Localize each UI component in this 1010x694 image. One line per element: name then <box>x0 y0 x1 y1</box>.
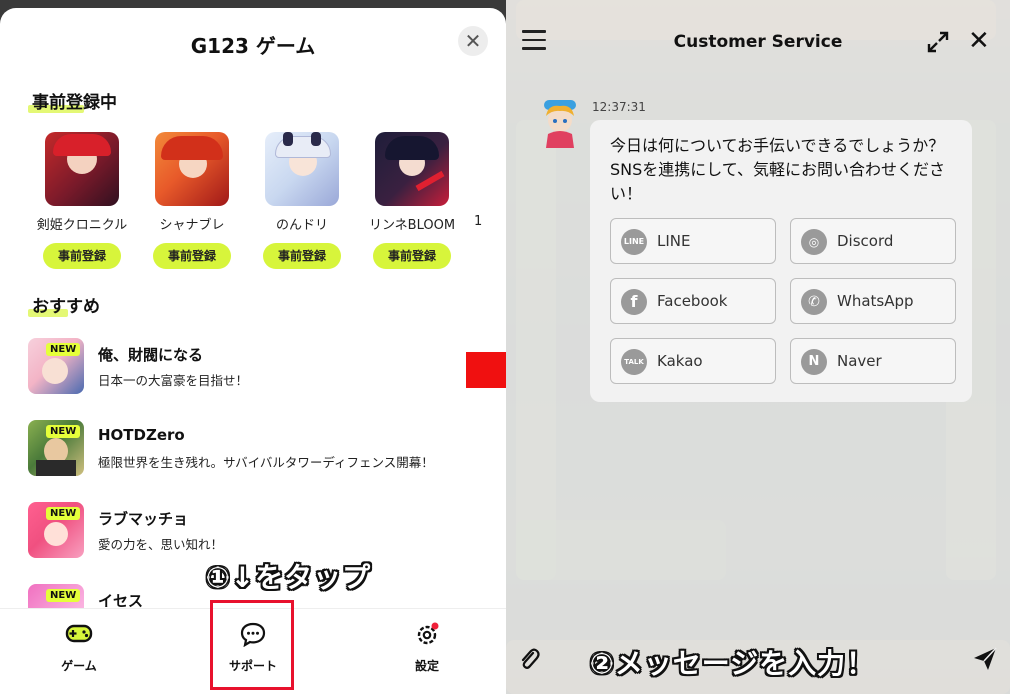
sns-label: Facebook <box>657 292 728 310</box>
message-timestamp: 12:37:31 <box>592 100 646 114</box>
chat-input-bar: ②メッセージを入力！ <box>506 622 1010 694</box>
preregister-button[interactable]: 事前登録 <box>43 243 121 269</box>
recommended-item[interactable]: NEW 俺、財閥になる 日本一の大富豪を目指せ！ <box>28 338 498 398</box>
discord-icon: ◎ <box>801 229 827 255</box>
close-icon[interactable]: ✕ <box>968 28 990 54</box>
game-thumbnail[interactable] <box>375 132 449 206</box>
sns-label: Naver <box>837 352 882 370</box>
game-menu-panel: G123 ゲーム ✕ 事前登録中 剣姫クロニクル 事前登録 シャナブレ 事前登録… <box>0 0 506 694</box>
discord-button[interactable]: ◎ Discord <box>790 218 956 264</box>
close-button[interactable]: ✕ <box>458 26 488 56</box>
kakao-icon: TALK <box>621 349 647 375</box>
preregister-item[interactable]: 剣姫クロニクル 事前登録 <box>34 132 130 269</box>
g123-logo: G123 ゲーム <box>190 34 316 58</box>
line-button[interactable]: LINE LINE <box>610 218 776 264</box>
game-thumbnail[interactable] <box>265 132 339 206</box>
preregister-list: 剣姫クロニクル 事前登録 シャナブレ 事前登録 のんドリ 事前登録 リンネBLO… <box>34 132 506 282</box>
recommended-title-text: おすすめ <box>32 297 100 317</box>
preregister-item[interactable]: のんドリ 事前登録 <box>254 132 350 269</box>
support-highlight-frame <box>210 600 294 690</box>
preregister-button[interactable]: 事前登録 <box>373 243 451 269</box>
chat-header: Customer Service ✕ <box>506 0 1010 84</box>
kakao-button[interactable]: TALK Kakao <box>610 338 776 384</box>
sns-label: Discord <box>837 232 894 250</box>
new-badge: NEW <box>46 425 81 438</box>
preregister-title-text: 事前登録中 <box>32 93 117 113</box>
paperclip-icon[interactable] <box>518 646 540 672</box>
game-title: ラブマッチョ <box>98 510 189 528</box>
support-avatar <box>538 98 582 148</box>
game-description: 愛の力を、思い知れ！ <box>98 537 224 552</box>
game-name-partial: 1 <box>474 214 483 229</box>
expand-icon[interactable] <box>926 30 950 54</box>
game-name: リンネBLOOM <box>368 218 456 233</box>
naver-icon: N <box>801 349 827 375</box>
new-badge: NEW <box>46 507 81 520</box>
message-text: 今日は何についてお手伝いできるでしょうか？SNSを連携にして、気軽にお問い合わせ… <box>610 136 946 203</box>
naver-button[interactable]: N Naver <box>790 338 956 384</box>
gear-icon <box>412 621 442 647</box>
tab-game-label: ゲーム <box>61 659 97 673</box>
game-description: 極限世界を生き残れ。サバイバルタワーディフェンス開幕！ <box>98 455 434 470</box>
tab-settings-label: 設定 <box>414 659 439 673</box>
preregister-item[interactable]: シャナブレ 事前登録 <box>144 132 240 269</box>
recommended-item[interactable]: NEW ラブマッチョ 愛の力を、思い知れ！ <box>28 502 498 562</box>
preregister-button[interactable]: 事前登録 <box>153 243 231 269</box>
recommended-section-title: おすすめ <box>28 292 100 317</box>
tap-instruction: ①↓をタップ <box>206 561 372 594</box>
game-name: 剣姫クロニクル <box>36 218 128 233</box>
preregister-section-title: 事前登録中 <box>28 88 117 113</box>
sns-label: WhatsApp <box>837 292 914 310</box>
game-name: のんドリ <box>275 218 328 233</box>
game-description: 日本一の大富豪を目指せ！ <box>98 373 249 388</box>
menu-header: G123 ゲーム ✕ <box>0 8 506 72</box>
line-icon: LINE <box>621 229 647 255</box>
recommended-item[interactable]: NEW HOTDZero 極限世界を生き残れ。サバイバルタワーディフェンス開幕！ <box>28 420 498 480</box>
facebook-button[interactable]: f Facebook <box>610 278 776 324</box>
game-thumbnail[interactable] <box>155 132 229 206</box>
game-name: シャナブレ <box>159 218 225 233</box>
sns-label: LINE <box>657 232 691 250</box>
tab-settings[interactable]: 設定 <box>382 621 472 674</box>
preregister-button[interactable]: 事前登録 <box>263 243 341 269</box>
whatsapp-button[interactable]: ✆ WhatsApp <box>790 278 956 324</box>
preregister-item[interactable]: リンネBLOOM 事前登録 <box>364 132 460 269</box>
new-badge: NEW <box>46 589 81 602</box>
message-bubble: 今日は何についてお手伝いできるでしょうか？SNSを連携にして、気軽にお問い合わせ… <box>590 120 972 402</box>
sns-label: Kakao <box>657 352 703 370</box>
tab-game[interactable]: ゲーム <box>34 621 124 674</box>
new-badge: NEW <box>46 343 81 356</box>
game-thumbnail[interactable] <box>45 132 119 206</box>
game-title: イセス <box>98 592 144 608</box>
gamepad-icon <box>64 621 94 647</box>
facebook-icon: f <box>621 289 647 315</box>
game-title: 俺、財閥になる <box>98 346 204 364</box>
customer-service-panel: Customer Service ✕ 12:37:31 今日は何についてお手伝い… <box>506 0 1010 694</box>
send-icon[interactable] <box>972 646 998 672</box>
message-instruction: ②メッセージを入力！ <box>590 647 876 680</box>
game-title: HOTDZero <box>98 426 185 444</box>
whatsapp-icon: ✆ <box>801 289 827 315</box>
